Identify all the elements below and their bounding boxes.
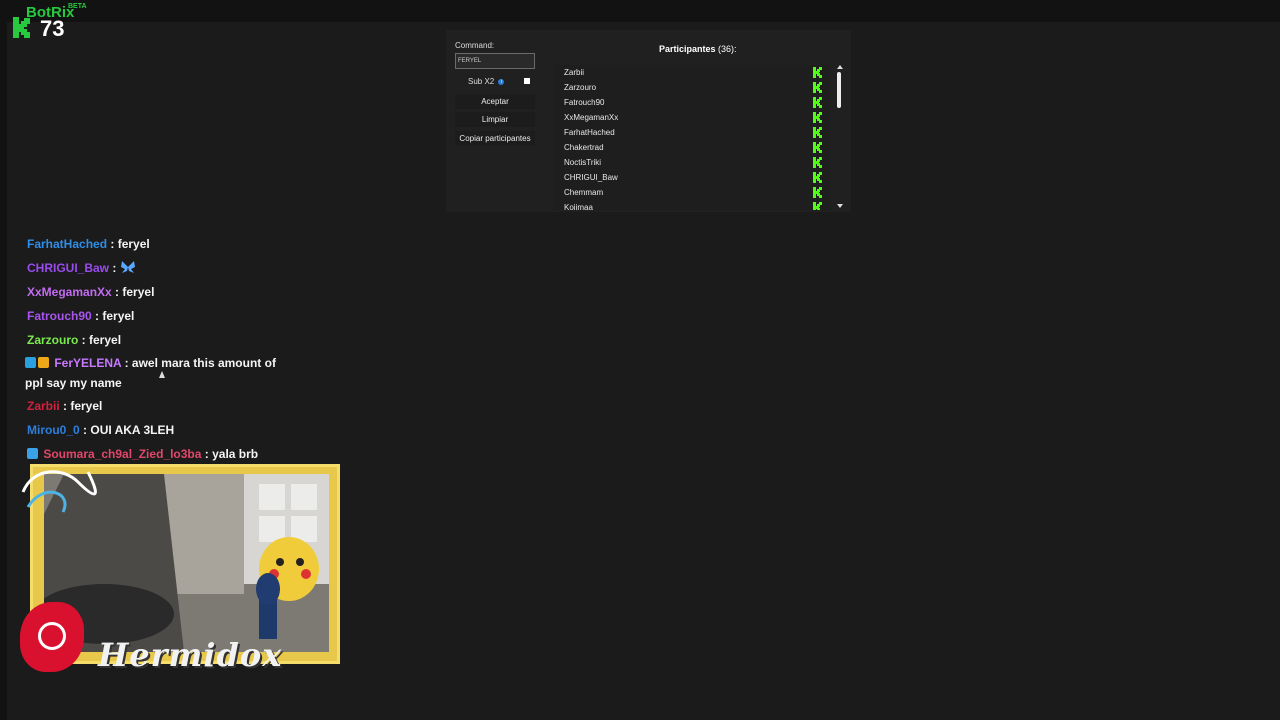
chat-text: feryel [70,399,103,413]
chat-username[interactable]: Soumara_ch9al_Zied_lo3ba [43,447,201,461]
chat-text: feryel [89,333,122,347]
chat-username[interactable]: Zarbii [27,399,60,413]
chat-message: Mirou0_0 : OUI AKA 3LEH [27,420,297,440]
chat-message: Fatrouch90 : feryel [27,306,297,326]
chat-message: CHRIGUI_Baw : [27,258,297,278]
participants-label: Participantes [659,44,716,54]
kick-k-icon [813,157,822,168]
kick-k-icon [813,202,822,210]
participant-name: Chakertrad [564,143,604,152]
participant-row[interactable]: FarhatHached [553,125,831,140]
sub-x2-label: Sub X2 [468,77,495,86]
copy-participants-button[interactable]: Copiar participantes [455,131,535,146]
mouse-cursor-icon [159,371,165,378]
chat-separator: : [107,237,118,251]
participant-row[interactable]: Zarbii [553,65,831,80]
tunisia-flag-icon [20,602,84,672]
participant-name: XxMegamanXx [564,113,619,122]
sub-x2-checkbox[interactable] [524,78,530,84]
chat-separator: : [78,333,90,347]
crown-badge-icon [38,357,49,368]
participant-name: Kojimaa [564,203,593,210]
participants-title: Participantes (36): [659,44,737,54]
participant-name: Fatrouch90 [564,98,605,107]
scroll-down-icon[interactable] [837,204,843,208]
chat-username[interactable]: Mirou0_0 [27,423,80,437]
participant-row[interactable]: XxMegamanXx [553,110,831,125]
chat-message: Soumara_ch9al_Zied_lo3ba : yala brb [27,444,297,464]
participants-count: (36): [718,44,737,54]
participant-name: Zarbii [564,68,585,77]
gem-badge-icon [27,448,38,459]
chat-username[interactable]: FerYELENA [54,356,121,370]
chat-username[interactable]: CHRIGUI_Baw [27,261,109,275]
participants-list[interactable]: Zarbii Zarzouro Fatrouch90 XxMegamanXx Farha… [553,65,831,210]
chat-separator: : [201,447,213,461]
command-input[interactable]: FERYEL [455,53,535,69]
chat-message: XxMegamanXx : feryel [27,282,297,302]
botrix-logo: BotRix BETA 73 [10,3,87,43]
chat-message: Zarbii : feryel [27,396,297,416]
command-label: Command: [455,41,495,50]
clear-button[interactable]: Limpiar [455,112,535,127]
kick-k-icon [813,82,822,93]
participant-name: FarhatHached [564,128,615,137]
chat-message: Zarzouro : feryel [27,330,297,350]
top-bar [0,0,1280,22]
chat-separator: : [59,399,71,413]
chat-username[interactable]: Zarzouro [27,333,78,347]
chat-username[interactable]: XxMegamanXx [27,285,112,299]
sub-x2-option: Sub X2 i [468,77,505,86]
participant-name: NoctisTriki [564,158,602,167]
left-edge [0,22,7,720]
swirl-decoration-icon [21,470,97,513]
chat-text: OUI AKA 3LEH [90,423,175,437]
kick-logo-icon [13,17,30,38]
chat-username[interactable]: FarhatHached [27,237,107,251]
kick-k-icon [813,127,822,138]
chat-separator: : [79,423,91,437]
sub-badge-icon [25,357,36,368]
participant-name: Chemmam [564,188,604,197]
kick-k-icon [813,172,822,183]
chat-text: yala brb [212,447,259,461]
chat-separator: : [91,309,103,323]
chat-separator: : [109,261,120,275]
participant-name: CHRIGUI_Baw [564,173,618,182]
webcam-overlay: Hermidox [18,462,350,682]
viewer-count: 73 [40,16,65,41]
participant-row[interactable]: NoctisTriki [553,155,831,170]
participant-row[interactable]: Chakertrad [553,140,831,155]
info-icon: i [498,78,505,85]
participant-name: Zarzouro [564,83,597,92]
chat-separator: : [111,285,123,299]
chat-username[interactable]: Fatrouch90 [27,309,92,323]
kick-k-icon [813,142,822,153]
streamer-name: Hermidox [98,636,283,674]
giveaway-panel: Command: FERYEL Sub X2 i Aceptar Limpiar … [446,30,851,212]
kick-k-icon [813,112,822,123]
chat-text: feryel [122,285,155,299]
participants-scrollbar[interactable] [835,65,845,210]
scroll-up-icon[interactable] [837,65,843,69]
participant-row[interactable]: Zarzouro [553,80,831,95]
butterfly-emote-icon [120,261,135,273]
chat-message: FerYELENA : awel mara this amount of ppl… [25,353,287,393]
kick-k-icon [813,97,822,108]
chat-separator: : [121,356,132,370]
chat-message: FarhatHached : feryel [27,234,297,254]
kick-k-icon [813,67,822,78]
participant-row[interactable]: Fatrouch90 [553,95,831,110]
scroll-thumb[interactable] [837,72,841,108]
accept-button[interactable]: Aceptar [455,94,535,109]
chat-text: feryel [102,309,135,323]
chat-text: feryel [117,237,150,251]
participant-row[interactable]: CHRIGUI_Baw [553,170,831,185]
kick-k-icon [813,187,822,198]
participant-row[interactable]: Kojimaa [553,200,831,210]
beta-tag: BETA [68,3,87,10]
participant-row[interactable]: Chemmam [553,185,831,200]
